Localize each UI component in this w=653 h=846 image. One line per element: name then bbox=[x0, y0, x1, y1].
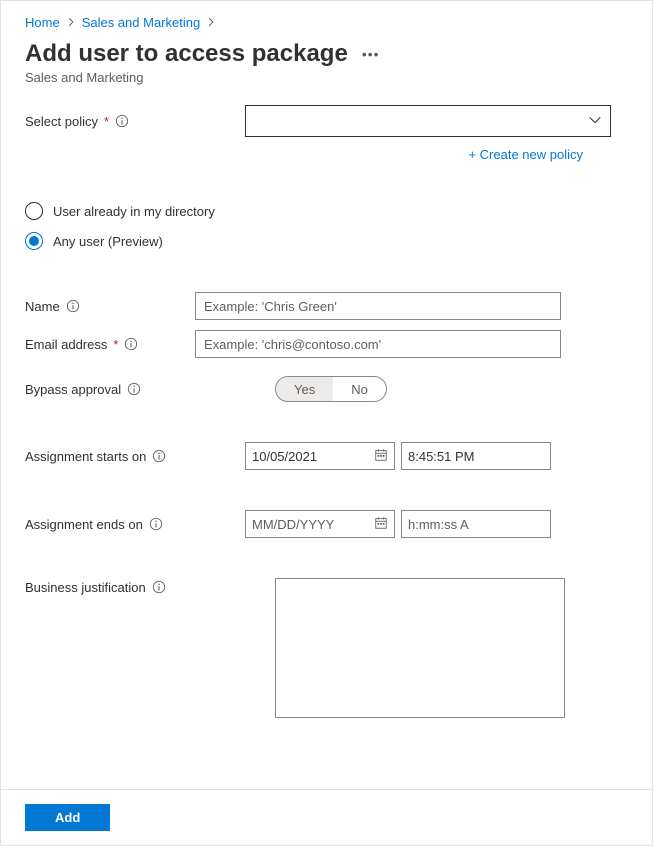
assignment-ends-label: Assignment ends on bbox=[25, 517, 143, 532]
assignment-starts-label: Assignment starts on bbox=[25, 449, 146, 464]
breadcrumb-home[interactable]: Home bbox=[25, 15, 60, 30]
info-icon[interactable] bbox=[66, 299, 80, 313]
select-policy-dropdown[interactable] bbox=[245, 105, 611, 137]
required-marker: * bbox=[113, 337, 118, 352]
time-placeholder: h:mm:ss A bbox=[408, 517, 469, 532]
toggle-yes[interactable]: Yes bbox=[276, 377, 333, 401]
footer: Add bbox=[1, 789, 652, 845]
ends-time-input[interactable]: h:mm:ss A bbox=[401, 510, 551, 538]
bypass-approval-label: Bypass approval bbox=[25, 382, 121, 397]
radio-label: Any user (Preview) bbox=[53, 234, 163, 249]
breadcrumb-section[interactable]: Sales and Marketing bbox=[82, 15, 201, 30]
toggle-no[interactable]: No bbox=[333, 377, 386, 401]
required-marker: * bbox=[104, 114, 109, 129]
business-justification-label: Business justification bbox=[25, 580, 146, 595]
business-justification-input[interactable] bbox=[275, 578, 565, 718]
select-policy-label: Select policy bbox=[25, 114, 98, 129]
breadcrumb: Home Sales and Marketing bbox=[25, 15, 628, 30]
calendar-icon bbox=[374, 448, 388, 465]
page-title: Add user to access package bbox=[25, 40, 348, 68]
ends-date-input[interactable]: MM/DD/YYYY bbox=[245, 510, 395, 538]
time-value: 8:45:51 PM bbox=[408, 449, 475, 464]
name-label: Name bbox=[25, 299, 60, 314]
email-label: Email address bbox=[25, 337, 107, 352]
chevron-down-icon bbox=[588, 113, 602, 130]
radio-label: User already in my directory bbox=[53, 204, 215, 219]
radio-icon bbox=[25, 232, 43, 250]
calendar-icon bbox=[374, 516, 388, 533]
chevron-right-icon bbox=[66, 15, 76, 30]
radio-icon bbox=[25, 202, 43, 220]
more-icon[interactable]: ••• bbox=[362, 46, 380, 62]
info-icon[interactable] bbox=[115, 114, 129, 128]
create-new-policy-link[interactable]: + Create new policy bbox=[468, 147, 583, 162]
chevron-right-icon bbox=[206, 15, 216, 30]
starts-time-input[interactable]: 8:45:51 PM bbox=[401, 442, 551, 470]
radio-user-in-directory[interactable]: User already in my directory bbox=[25, 202, 628, 220]
info-icon[interactable] bbox=[149, 517, 163, 531]
starts-date-input[interactable]: 10/05/2021 bbox=[245, 442, 395, 470]
info-icon[interactable] bbox=[124, 337, 138, 351]
radio-any-user[interactable]: Any user (Preview) bbox=[25, 232, 628, 250]
info-icon[interactable] bbox=[152, 580, 166, 594]
name-input[interactable] bbox=[195, 292, 561, 320]
page-subtitle: Sales and Marketing bbox=[25, 70, 628, 85]
date-placeholder: MM/DD/YYYY bbox=[252, 517, 334, 532]
info-icon[interactable] bbox=[152, 449, 166, 463]
date-value: 10/05/2021 bbox=[252, 449, 317, 464]
info-icon[interactable] bbox=[127, 382, 141, 396]
bypass-approval-toggle[interactable]: Yes No bbox=[275, 376, 387, 402]
add-button[interactable]: Add bbox=[25, 804, 110, 831]
email-input[interactable] bbox=[195, 330, 561, 358]
